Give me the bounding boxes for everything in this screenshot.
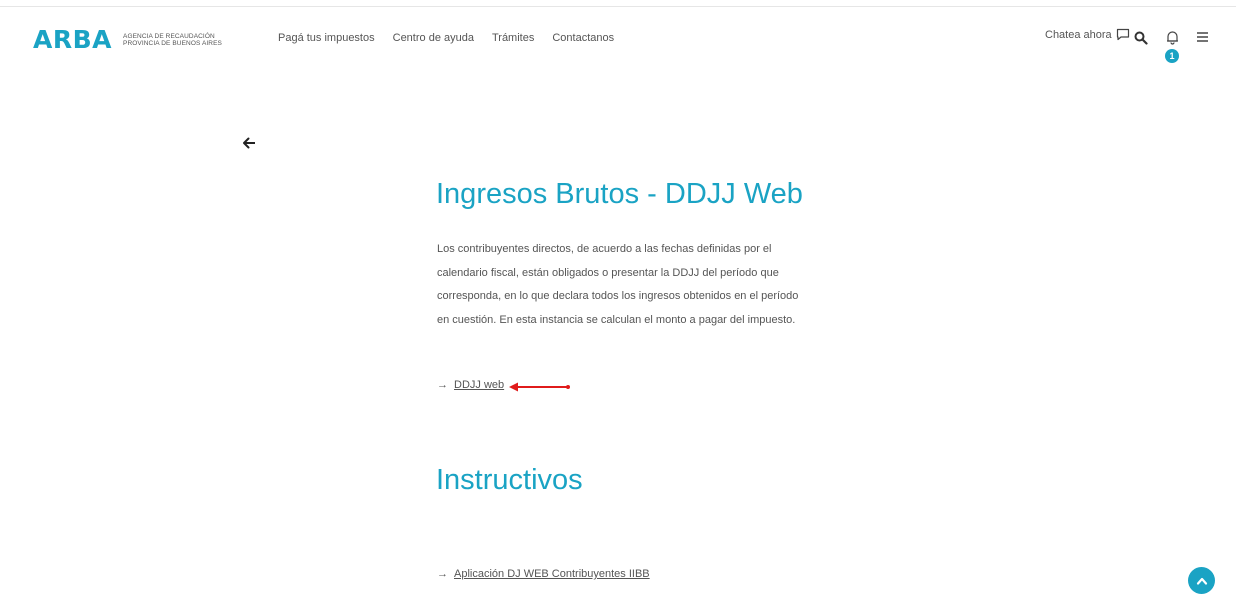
- red-annotation-arrow-icon: [509, 382, 570, 392]
- arba-logo[interactable]: ARBA Agencia de Recaudación Provincia de…: [33, 25, 222, 54]
- aplicacion-dj-web-link[interactable]: Aplicación DJ WEB Contribuyentes IIBB: [454, 568, 650, 580]
- scroll-to-top-button[interactable]: [1188, 567, 1215, 594]
- logo-subtitle-line-2: Provincia de Buenos Aires: [123, 39, 222, 47]
- section-title-instructivos: Instructivos: [436, 464, 583, 496]
- ddjj-web-link-row: → DDJJ web: [437, 379, 504, 391]
- page-title: Ingresos Brutos - DDJJ Web: [436, 178, 803, 210]
- nav-item-paga-tus-impuestos[interactable]: Pagá tus impuestos: [278, 32, 375, 44]
- top-divider: [0, 6, 1236, 7]
- header-tools: Chatea ahora: [1045, 28, 1130, 41]
- bell-icon[interactable]: [1166, 30, 1179, 45]
- instructivo-link-row: → Aplicación DJ WEB Contribuyentes IIBB: [437, 568, 650, 580]
- instructivo-link-arrow: →: [437, 568, 448, 580]
- link-arrow: →: [437, 379, 448, 391]
- notification-badge: 1: [1165, 49, 1179, 63]
- nav-item-contactanos[interactable]: Contactanos: [552, 32, 614, 44]
- chevron-up-icon: [1196, 577, 1207, 585]
- logo-subtitle-line-1: Agencia de Recaudación: [123, 32, 215, 40]
- back-arrow-icon[interactable]: [240, 134, 258, 152]
- menu-icon[interactable]: [1196, 31, 1209, 43]
- main-nav: Pagá tus impuestos Centro de ayuda Trámi…: [278, 32, 614, 44]
- logo-subtitle: Agencia de Recaudación Provincia de Buen…: [123, 33, 222, 47]
- chat-button[interactable]: Chatea ahora: [1045, 28, 1130, 41]
- nav-item-tramites[interactable]: Trámites: [492, 32, 534, 44]
- search-icon[interactable]: [1134, 31, 1148, 45]
- chat-label: Chatea ahora: [1045, 28, 1112, 41]
- chat-icon: [1116, 28, 1129, 41]
- logo-wordmark: ARBA: [33, 25, 113, 54]
- ddjj-web-link[interactable]: DDJJ web: [454, 379, 504, 391]
- page-description: Los contribuyentes directos, de acuerdo …: [437, 243, 799, 326]
- nav-item-centro-de-ayuda[interactable]: Centro de ayuda: [393, 32, 474, 44]
